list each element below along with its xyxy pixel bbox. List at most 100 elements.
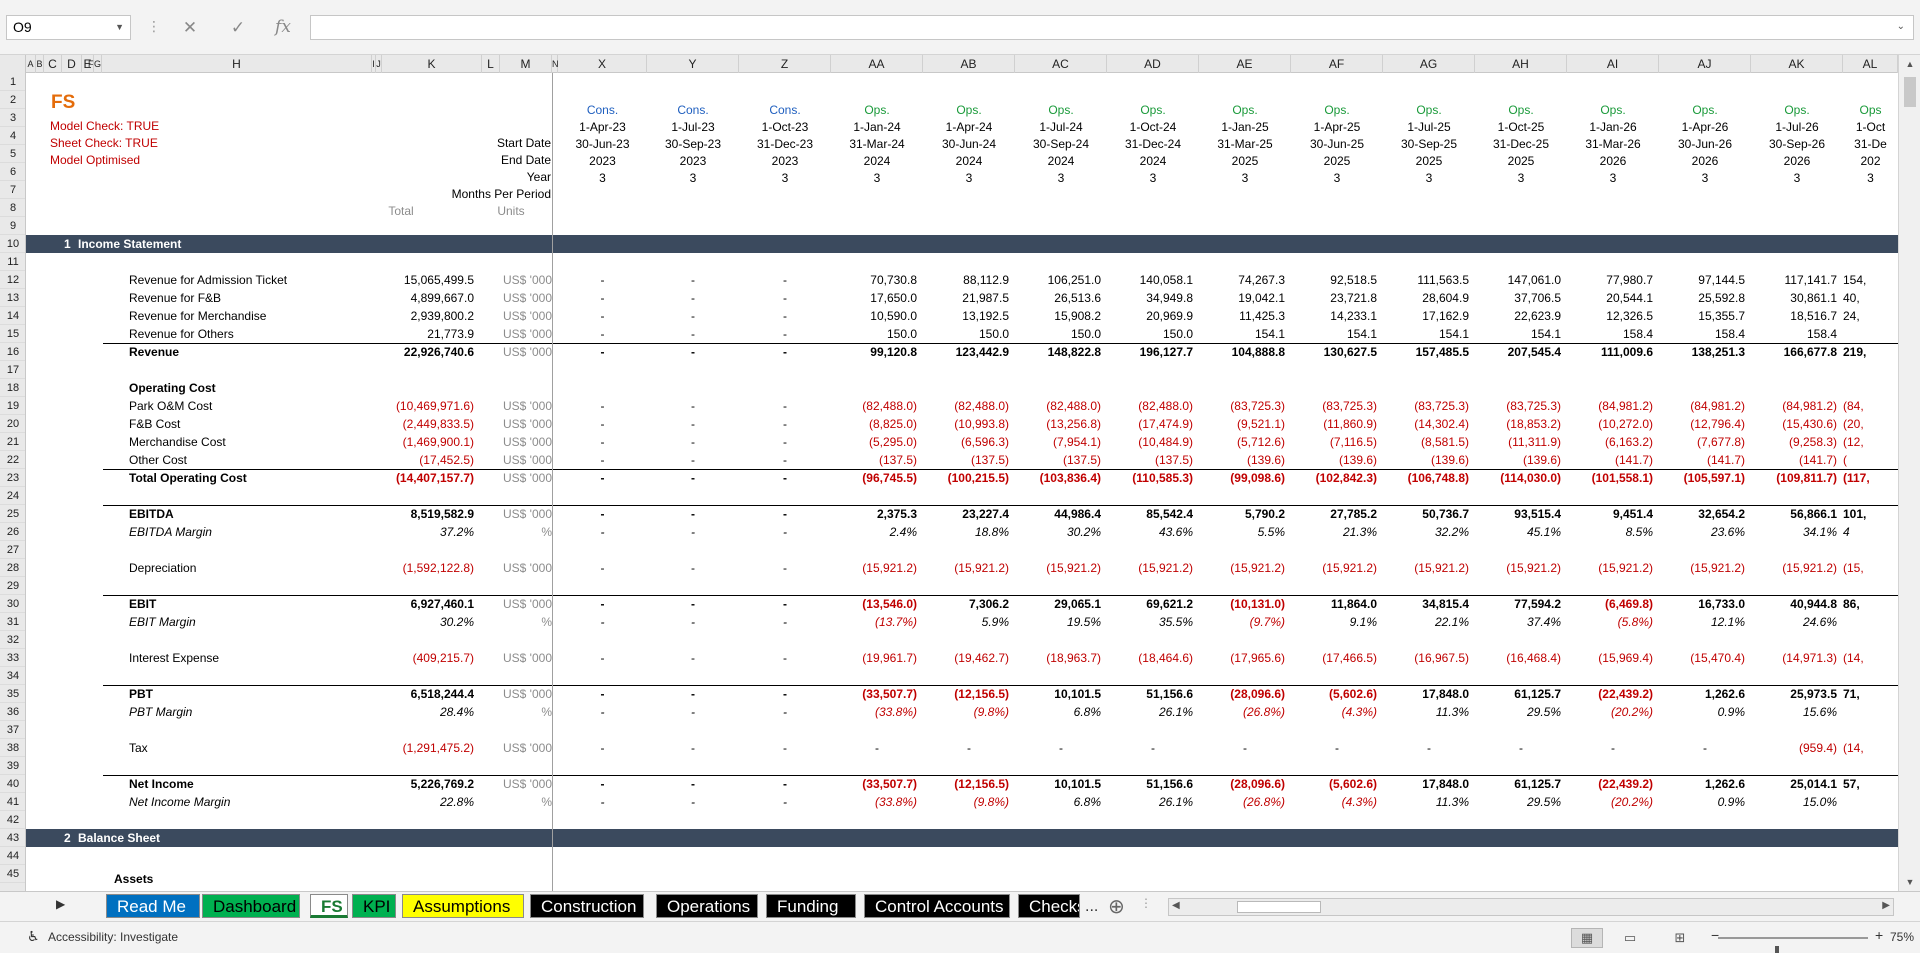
row-header-28[interactable]: 28 [0, 559, 25, 577]
column-header-x[interactable]: X [558, 55, 647, 73]
row-header-39[interactable]: 39 [0, 757, 25, 775]
row-header-15[interactable]: 15 [0, 325, 25, 343]
normal-view-icon[interactable]: ▦ [1571, 928, 1603, 948]
sheet-tab-checks[interactable]: Checks [1018, 894, 1080, 918]
column-header-ak[interactable]: AK [1751, 55, 1843, 73]
row-header-26[interactable]: 26 [0, 523, 25, 541]
scroll-down-icon[interactable]: ▼ [1899, 873, 1920, 891]
row-header-25[interactable]: 25 [0, 505, 25, 523]
column-header-ac[interactable]: AC [1015, 55, 1107, 73]
row-header-45[interactable]: 45 [0, 865, 25, 883]
row-header-31[interactable]: 31 [0, 613, 25, 631]
formula-input[interactable]: ⌄ [310, 15, 1914, 40]
column-header-al[interactable]: AL [1843, 55, 1898, 73]
column-header-y[interactable]: Y [647, 55, 739, 73]
row-header-34[interactable]: 34 [0, 667, 25, 685]
row-header-9[interactable]: 9 [0, 217, 25, 235]
column-header-af[interactable]: AF [1291, 55, 1383, 73]
more-tabs-ellipsis[interactable]: ... [1085, 898, 1098, 916]
sheet-tab-fs[interactable]: FS [310, 894, 348, 918]
column-header-aa[interactable]: AA [831, 55, 923, 73]
sheet-tab-kpi[interactable]: KPI [352, 894, 396, 918]
row-header-37[interactable]: 37 [0, 721, 25, 739]
column-header-m[interactable]: M [500, 55, 552, 73]
chevron-down-icon[interactable]: ▼ [115, 16, 124, 39]
row-header-8[interactable]: 8 [0, 199, 25, 217]
vertical-scroll-thumb[interactable] [1904, 77, 1916, 107]
zoom-slider-knob[interactable] [1775, 946, 1779, 953]
sheet-tab-funding[interactable]: Funding [766, 894, 856, 918]
insert-function-icon[interactable]: fx [268, 15, 298, 40]
row-header-12[interactable]: 12 [0, 271, 25, 289]
row-header-30[interactable]: 30 [0, 595, 25, 613]
enter-icon[interactable]: ✓ [223, 15, 253, 40]
row-header-2[interactable]: 2 [0, 91, 25, 109]
column-header-a[interactable]: A [26, 55, 36, 73]
zoom-level[interactable]: 75% [1890, 930, 1914, 944]
row-header-41[interactable]: 41 [0, 793, 25, 811]
select-all-corner[interactable] [0, 55, 26, 73]
row-header-13[interactable]: 13 [0, 289, 25, 307]
add-sheet-icon[interactable]: ⊕ [1108, 894, 1125, 919]
page-break-preview-icon[interactable]: ⊞ [1664, 928, 1696, 948]
row-header-24[interactable]: 24 [0, 487, 25, 505]
column-header-ab[interactable]: AB [923, 55, 1015, 73]
row-header-10[interactable]: 10 [0, 235, 25, 253]
row-header-42[interactable]: 42 [0, 811, 25, 829]
row-header-4[interactable]: 4 [0, 127, 25, 145]
row-header-20[interactable]: 20 [0, 415, 25, 433]
more-options-icon[interactable]: ⋮ [147, 18, 161, 35]
column-header-aj[interactable]: AJ [1659, 55, 1751, 73]
more-options-icon[interactable]: ⋮ [1140, 896, 1152, 910]
row-header-11[interactable]: 11 [0, 253, 25, 271]
row-header-17[interactable]: 17 [0, 361, 25, 379]
row-header-1[interactable]: 1 [0, 73, 25, 91]
column-header-g[interactable]: G [94, 55, 102, 73]
sheet-tab-operations[interactable]: Operations [656, 894, 758, 918]
page-layout-view-icon[interactable]: ▭ [1614, 928, 1646, 948]
vertical-scrollbar[interactable]: ▲ ▼ [1898, 55, 1920, 891]
zoom-slider[interactable] [1718, 937, 1868, 953]
sheet-tab-construction[interactable]: Construction [530, 894, 644, 918]
column-header-b[interactable]: B [36, 55, 44, 73]
row-header-36[interactable]: 36 [0, 703, 25, 721]
name-box[interactable]: O9 ▼ [6, 15, 131, 40]
horizontal-scrollbar[interactable]: ◀ ▶ [1168, 898, 1894, 916]
row-header-22[interactable]: 22 [0, 451, 25, 469]
column-header-ah[interactable]: AH [1475, 55, 1567, 73]
row-header-40[interactable]: 40 [0, 775, 25, 793]
row-header-43[interactable]: 43 [0, 829, 25, 847]
column-header-ag[interactable]: AG [1383, 55, 1475, 73]
zoom-out-icon[interactable]: − [1711, 927, 1719, 943]
row-header-3[interactable]: 3 [0, 109, 25, 127]
row-header-19[interactable]: 19 [0, 397, 25, 415]
sheet-tab-assumptions[interactable]: Assumptions [402, 894, 524, 918]
scroll-left-icon[interactable]: ◀ [1172, 900, 1180, 911]
row-header-6[interactable]: 6 [0, 163, 25, 181]
row-header-7[interactable]: 7 [0, 181, 25, 199]
row-header-21[interactable]: 21 [0, 433, 25, 451]
accessibility-status[interactable]: Accessibility: Investigate [48, 930, 178, 944]
row-header-16[interactable]: 16 [0, 343, 25, 361]
column-header-c[interactable]: C [44, 55, 62, 73]
scroll-right-icon[interactable]: ▶ [1882, 900, 1890, 911]
sheet-tab-control-accounts[interactable]: Control Accounts [864, 894, 1010, 918]
column-header-ad[interactable]: AD [1107, 55, 1199, 73]
row-header-23[interactable]: 23 [0, 469, 25, 487]
next-sheet-icon[interactable]: ▶ [56, 897, 65, 911]
row-header-35[interactable]: 35 [0, 685, 25, 703]
row-header-38[interactable]: 38 [0, 739, 25, 757]
column-header-l[interactable]: L [482, 55, 500, 73]
cancel-icon[interactable]: ✕ [175, 15, 205, 40]
column-header-h[interactable]: H [102, 55, 372, 73]
column-header-d[interactable]: D [62, 55, 82, 73]
sheet-tab-read-me[interactable]: Read Me [106, 894, 200, 918]
row-header-14[interactable]: 14 [0, 307, 25, 325]
sheet-tab-dashboard[interactable]: Dashboard [202, 894, 300, 918]
zoom-in-icon[interactable]: + [1875, 927, 1883, 943]
row-header-27[interactable]: 27 [0, 541, 25, 559]
row-header-5[interactable]: 5 [0, 145, 25, 163]
row-header-29[interactable]: 29 [0, 577, 25, 595]
horizontal-scroll-thumb[interactable] [1237, 901, 1321, 913]
worksheet-grid[interactable]: FS Model Check: TRUE Sheet Check: TRUE M… [26, 73, 1898, 891]
